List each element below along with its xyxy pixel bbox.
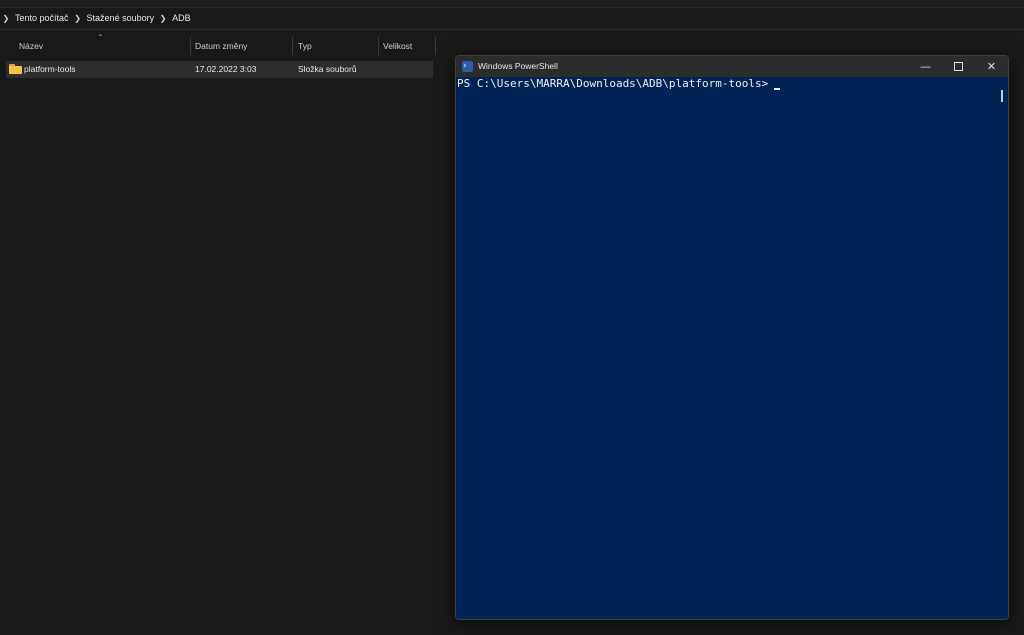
file-date: 17.02.2022 3:03 xyxy=(195,64,257,74)
maximize-icon xyxy=(954,61,963,71)
console-line: PS C:\Users\MARRA\Downloads\ADB\platform… xyxy=(457,77,781,91)
console-scrollbar[interactable] xyxy=(1001,90,1003,102)
console-prompt: PS C:\Users\MARRA\Downloads\ADB\platform… xyxy=(457,77,769,90)
breadcrumb[interactable]: ❯ Tento počítač ❯ Stažené soubory ❯ ADB xyxy=(0,7,1024,30)
file-type: Složka souborů xyxy=(298,64,357,74)
column-divider[interactable] xyxy=(435,37,436,55)
column-divider[interactable] xyxy=(190,37,191,55)
breadcrumb-item-adb[interactable]: ADB xyxy=(168,13,195,23)
column-headers: ⌃ Název Datum změny Typ Velikost xyxy=(0,33,440,56)
desktop: ❯ Tento počítač ❯ Stažené soubory ❯ ADB … xyxy=(0,0,1024,635)
powershell-window[interactable]: › Windows PowerShell — ✕ PS C:\Users\MAR… xyxy=(455,55,1009,620)
file-row[interactable]: platform-tools 17.02.2022 3:03 Složka so… xyxy=(6,61,433,78)
close-icon: ✕ xyxy=(986,60,997,73)
powershell-icon[interactable]: › xyxy=(462,61,473,72)
chevron-right-icon[interactable]: ❯ xyxy=(1,14,11,23)
minimize-button[interactable]: — xyxy=(909,56,942,77)
maximize-button[interactable] xyxy=(942,56,975,77)
chevron-right-icon[interactable]: ❯ xyxy=(158,14,168,23)
column-header-name[interactable]: Název xyxy=(19,36,43,56)
powershell-titlebar[interactable]: › Windows PowerShell — ✕ xyxy=(456,56,1008,77)
column-header-date[interactable]: Datum změny xyxy=(195,36,247,56)
window-title: Windows PowerShell xyxy=(478,61,558,71)
minimize-icon: — xyxy=(920,60,931,73)
column-divider[interactable] xyxy=(292,37,293,55)
file-name: platform-tools xyxy=(24,64,76,74)
breadcrumb-item-this-pc[interactable]: Tento počítač xyxy=(11,13,73,23)
chevron-right-icon[interactable]: ❯ xyxy=(73,14,83,23)
breadcrumb-item-downloads[interactable]: Stažené soubory xyxy=(83,13,159,23)
column-header-type[interactable]: Typ xyxy=(298,36,312,56)
column-divider[interactable] xyxy=(378,37,379,55)
console-output[interactable]: PS C:\Users\MARRA\Downloads\ADB\platform… xyxy=(456,77,996,619)
column-header-size[interactable]: Velikost xyxy=(383,36,412,56)
text-cursor xyxy=(774,88,781,90)
folder-icon xyxy=(9,64,22,74)
close-button[interactable]: ✕ xyxy=(975,56,1008,77)
chevron-up-icon: ⌃ xyxy=(97,33,104,42)
